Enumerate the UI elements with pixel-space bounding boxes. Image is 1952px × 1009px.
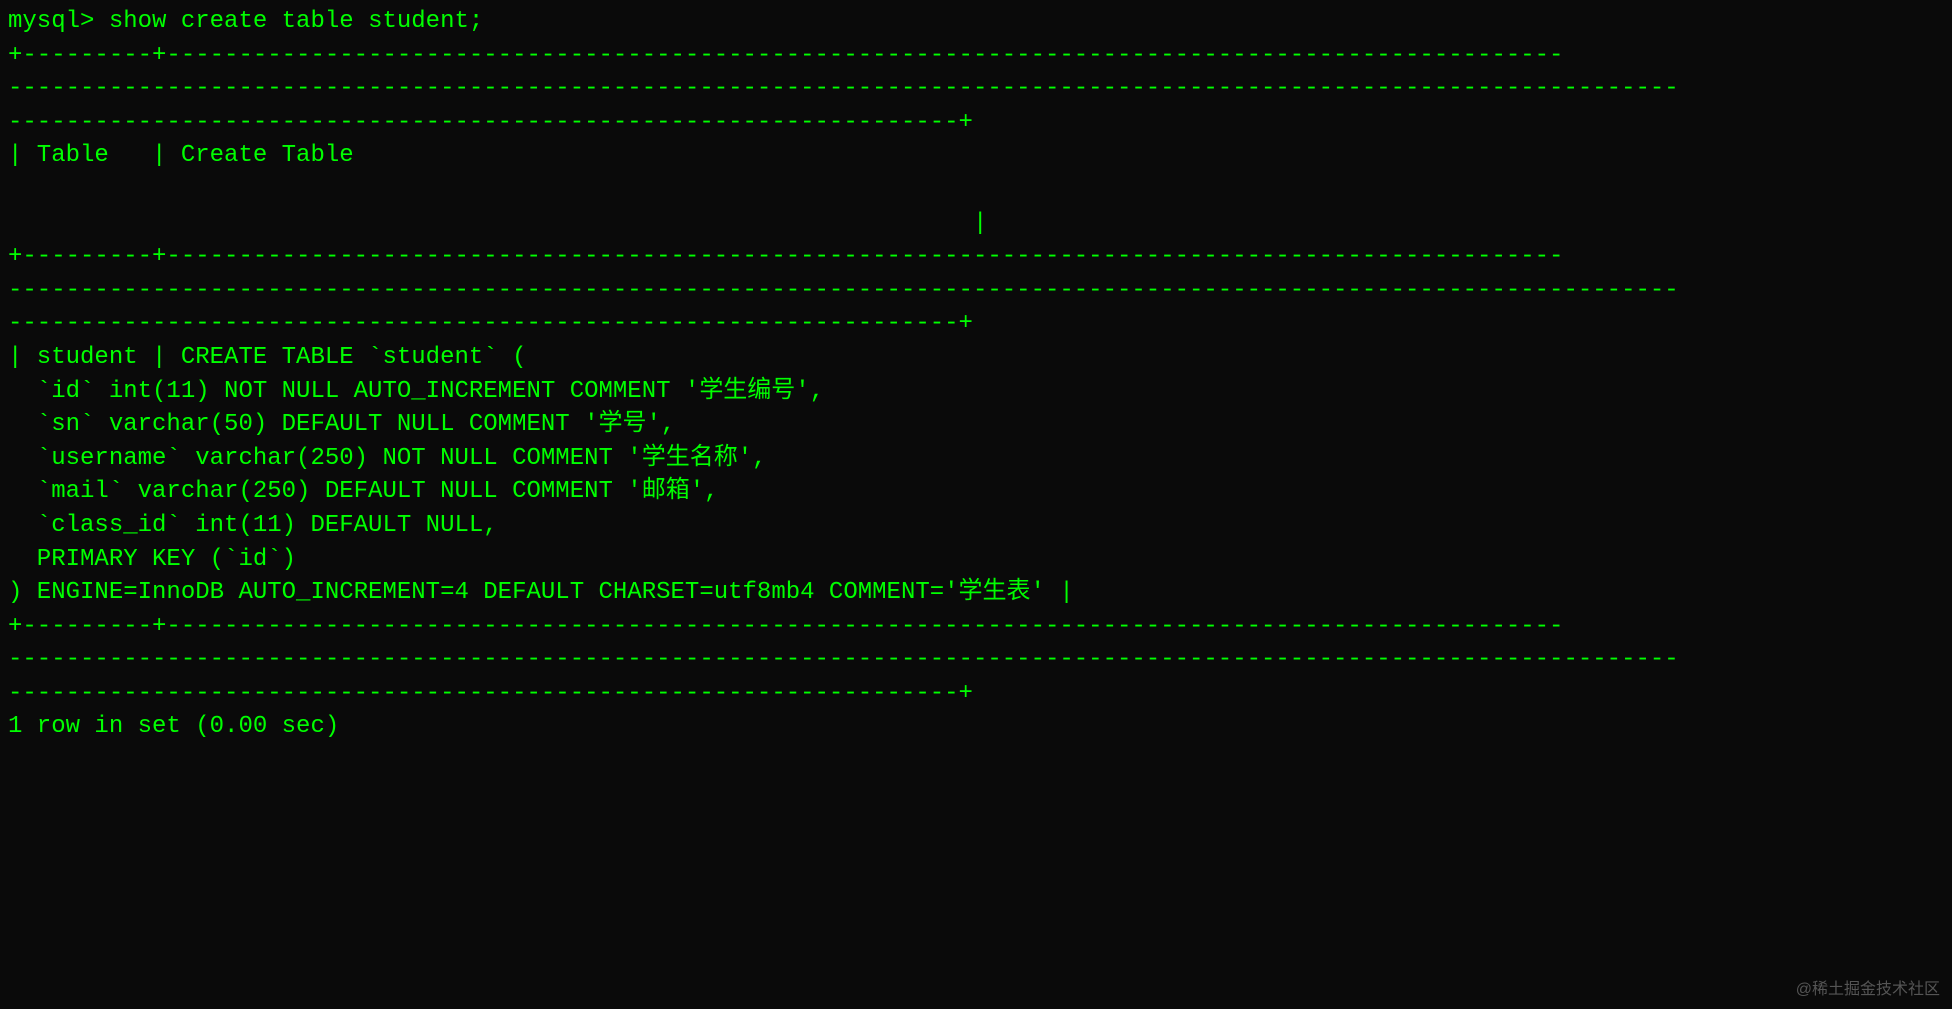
table-data-row: | student | CREATE TABLE `student` (	[8, 344, 526, 371]
border-line: ----------------------------------------…	[8, 277, 1679, 304]
table-data-row: ) ENGINE=InnoDB AUTO_INCREMENT=4 DEFAULT…	[8, 579, 1045, 606]
table-data-row: PRIMARY KEY (`id`)	[8, 546, 296, 573]
table-data-row: `username` varchar(250) NOT NULL COMMENT…	[8, 445, 767, 472]
table-data-row: `sn` varchar(50) DEFAULT NULL COMMENT '学…	[8, 411, 675, 438]
prompt: mysql>	[8, 8, 94, 35]
border-line: +---------+-----------------------------…	[8, 42, 1563, 69]
command: show create table student;	[109, 8, 483, 35]
watermark-text: @稀土掘金技术社区	[1796, 979, 1940, 1001]
table-data-row: `class_id` int(11) DEFAULT NULL,	[8, 512, 498, 539]
result-summary: 1 row in set (0.00 sec)	[8, 713, 339, 740]
border-line: ----------------------------------------…	[8, 310, 973, 337]
table-data-row: `id` int(11) NOT NULL AUTO_INCREMENT COM…	[8, 378, 824, 405]
terminal-output: mysql> show create table student; +-----…	[8, 5, 1944, 744]
table-header-blank: |	[8, 210, 987, 237]
row-end: |	[1045, 579, 1074, 606]
table-data-row: `mail` varchar(250) DEFAULT NULL COMMENT…	[8, 478, 719, 505]
border-line: ----------------------------------------…	[8, 680, 973, 707]
border-line: +---------+-----------------------------…	[8, 243, 1563, 270]
border-line: ----------------------------------------…	[8, 75, 1679, 102]
table-header-row: | Table | Create Table	[8, 142, 354, 169]
border-line: +---------+-----------------------------…	[8, 613, 1563, 640]
border-line: ----------------------------------------…	[8, 109, 973, 136]
border-line: ----------------------------------------…	[8, 646, 1679, 673]
